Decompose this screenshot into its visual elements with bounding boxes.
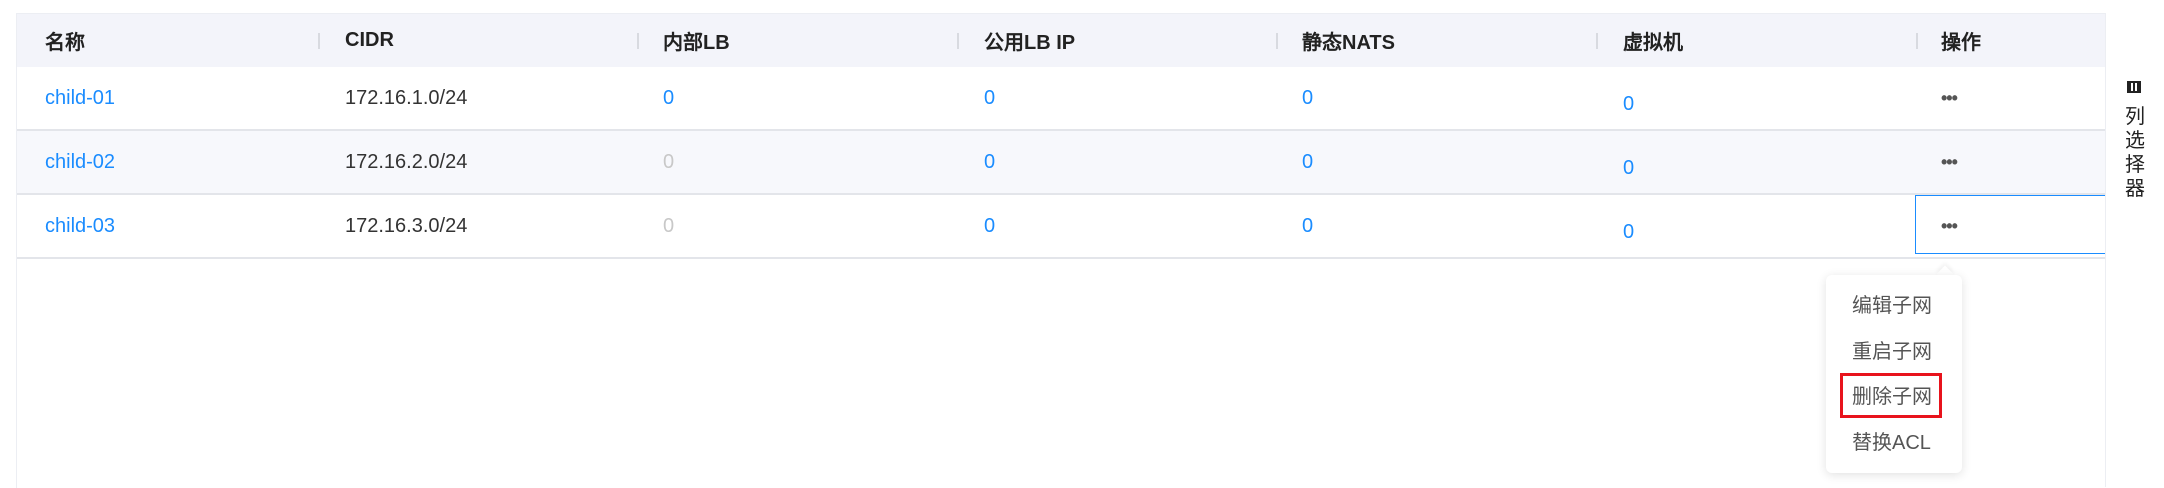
- menu-item-replace-acl[interactable]: 替换ACL: [1852, 428, 1931, 458]
- column-divider[interactable]: [318, 33, 320, 49]
- vms-link[interactable]: 0: [1623, 73, 1634, 135]
- public-lb-ip-link[interactable]: 0: [984, 131, 995, 193]
- columns-icon: [2127, 81, 2141, 93]
- cidr-value: 172.16.1.0/24: [345, 86, 468, 109]
- static-nats-link[interactable]: 0: [1302, 195, 1313, 257]
- internal-lb-link[interactable]: 0: [663, 67, 674, 129]
- table-header: 名称 CIDR 内部LB 公用LB IP 静态NATS 虚拟机 操作: [17, 14, 2106, 67]
- column-divider[interactable]: [1596, 33, 1598, 49]
- static-nats-link[interactable]: 0: [1302, 67, 1313, 129]
- internal-lb-value: 0: [663, 214, 675, 237]
- table-row: child-01 172.16.1.0/24 0 0 0 0 •••: [17, 67, 2106, 131]
- cidr-value: 172.16.3.0/24: [345, 214, 468, 237]
- more-actions-button[interactable]: •••: [1941, 67, 1958, 129]
- public-lb-ip-link[interactable]: 0: [984, 67, 995, 129]
- subnet-table: 名称 CIDR 内部LB 公用LB IP 静态NATS 虚拟机 操作 child…: [16, 13, 2106, 488]
- vms-link[interactable]: 0: [1623, 201, 1634, 263]
- column-divider[interactable]: [1276, 33, 1278, 49]
- internal-lb-value: 0: [663, 150, 675, 173]
- column-selector-button[interactable]: 列选择器: [2105, 13, 2164, 487]
- menu-item-edit-subnet[interactable]: 编辑子网: [1852, 291, 1932, 321]
- column-divider[interactable]: [957, 33, 959, 49]
- column-divider[interactable]: [637, 33, 639, 49]
- static-nats-link[interactable]: 0: [1302, 131, 1313, 193]
- more-actions-button[interactable]: •••: [1941, 131, 1958, 193]
- focused-action-cell: [1915, 195, 2106, 254]
- table-row: child-03 172.16.3.0/24 0 0 0 0 •••: [17, 195, 2106, 259]
- vms-link[interactable]: 0: [1623, 137, 1634, 199]
- menu-item-restart-subnet[interactable]: 重启子网: [1852, 337, 1932, 367]
- col-header-cidr[interactable]: CIDR: [345, 14, 394, 67]
- highlight-box: [1840, 373, 1942, 418]
- subnet-name-link[interactable]: child-02: [45, 131, 115, 193]
- col-header-public-lb-ip[interactable]: 公用LB IP: [984, 14, 1075, 67]
- subnet-name-link[interactable]: child-03: [45, 195, 115, 257]
- column-divider[interactable]: [1916, 33, 1918, 49]
- col-header-vms[interactable]: 虚拟机: [1623, 14, 1683, 67]
- col-header-static-nats[interactable]: 静态NATS: [1302, 14, 1395, 67]
- col-header-actions: 操作: [1941, 32, 1981, 54]
- cidr-value: 172.16.2.0/24: [345, 150, 468, 173]
- subnet-name-link[interactable]: child-01: [45, 67, 115, 129]
- col-header-internal-lb[interactable]: 内部LB: [663, 14, 730, 67]
- column-selector-label: 列选择器: [2125, 106, 2145, 200]
- public-lb-ip-link[interactable]: 0: [984, 195, 995, 257]
- table-row: child-02 172.16.2.0/24 0 0 0 0 •••: [17, 131, 2106, 195]
- col-header-name[interactable]: 名称: [45, 14, 85, 67]
